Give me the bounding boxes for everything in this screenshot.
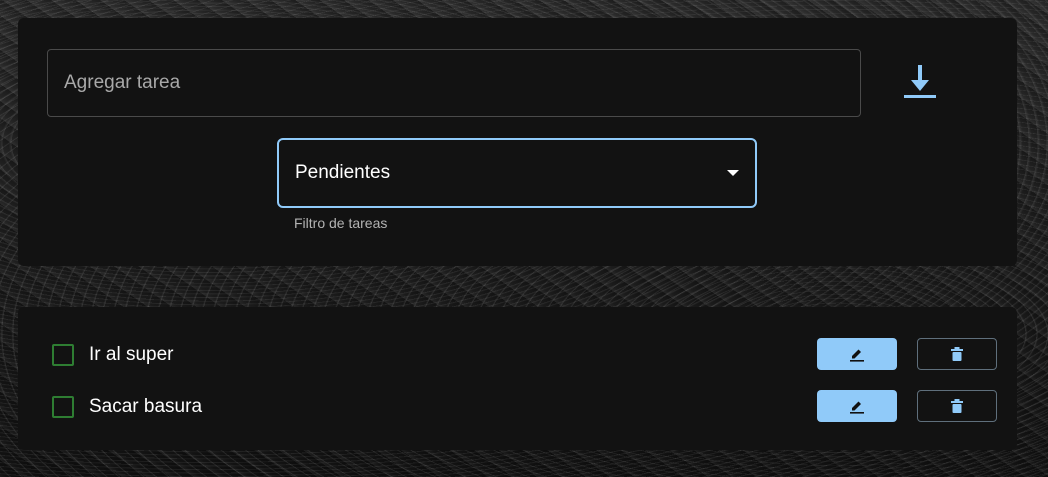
task-filter-select[interactable]: Pendientes — [277, 138, 757, 208]
task-checkbox[interactable] — [52, 396, 74, 418]
dropdown-arrow-icon — [727, 170, 739, 176]
task-checkbox[interactable] — [52, 344, 74, 366]
delete-task-button[interactable] — [917, 390, 997, 422]
filter-helper-text: Filtro de tareas — [294, 215, 388, 231]
trash-icon — [951, 399, 963, 413]
task-list-card: Ir al super Sacar basura — [18, 307, 1017, 450]
add-task-input[interactable] — [47, 49, 861, 117]
task-row: Ir al super — [18, 338, 1017, 378]
task-label: Ir al super — [89, 344, 174, 365]
save-task-button[interactable] — [898, 63, 942, 103]
task-label: Sacar basura — [89, 396, 203, 417]
pencil-icon — [850, 349, 864, 362]
edit-task-button[interactable] — [817, 390, 897, 422]
download-icon — [904, 65, 936, 98]
trash-icon — [951, 347, 963, 361]
pencil-icon — [850, 401, 864, 414]
edit-task-button[interactable] — [817, 338, 897, 370]
task-entry-card: Pendientes Filtro de tareas — [18, 18, 1017, 266]
filter-selected-value: Pendientes — [295, 162, 391, 183]
task-row: Sacar basura — [18, 390, 1017, 430]
delete-task-button[interactable] — [917, 338, 997, 370]
